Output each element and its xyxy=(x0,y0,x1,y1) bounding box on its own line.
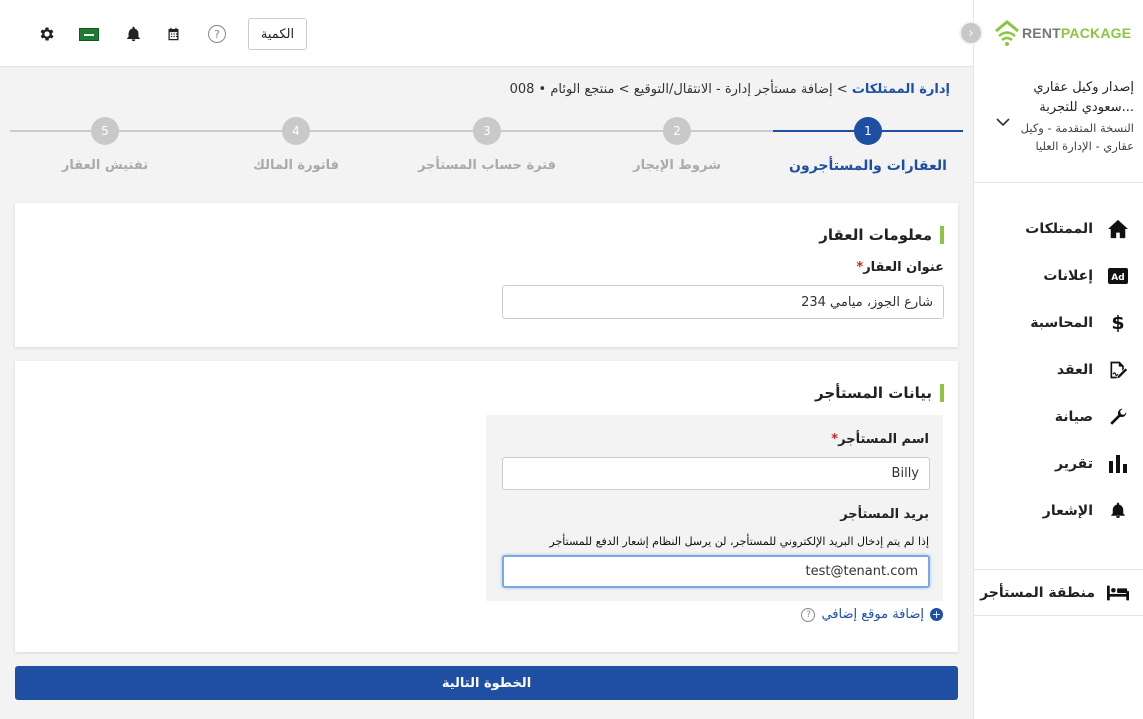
bed-icon xyxy=(1107,582,1129,604)
sidebar-nav: الممتلكات إعلانات Ad المحاسبة $ العقد صي… xyxy=(974,205,1143,534)
top-bar: ? الكمية xyxy=(0,0,973,67)
tenant-name-input[interactable]: Billy xyxy=(502,457,930,490)
quantity-button[interactable]: الكمية xyxy=(248,18,307,50)
sidebar-item-report[interactable]: تقرير xyxy=(974,440,1143,487)
contract-sign-icon xyxy=(1107,359,1129,381)
step-5-circle[interactable]: 5 xyxy=(91,117,119,145)
breadcrumb-current: منتجع الوئام • 008 xyxy=(509,82,615,97)
sidebar-item-notifications[interactable]: الإشعار xyxy=(974,487,1143,534)
svg-text:Ad: Ad xyxy=(1111,273,1124,283)
bell-icon[interactable] xyxy=(123,24,143,44)
tenant-email-hint: إذا لم يتم إدخال البريد الإلكتروني للمست… xyxy=(549,535,929,548)
account-role: النسخة المتقدمة - وكيل عقاري - الإدارة ا… xyxy=(1020,121,1134,153)
tenant-email-input[interactable]: test@tenant.com xyxy=(502,555,930,588)
bar-chart-icon xyxy=(1107,453,1129,475)
step-1-circle[interactable]: 1 xyxy=(854,117,882,145)
home-icon xyxy=(1107,218,1129,240)
wifi-house-icon xyxy=(995,20,1019,46)
sidebar-item-maintenance[interactable]: صيانة xyxy=(974,393,1143,440)
wizard-stepper: 1 2 3 4 5 العقارات والمستأجرون شروط الإي… xyxy=(10,110,963,190)
step-3-label[interactable]: فترة حساب المستأجر xyxy=(397,158,577,173)
wrench-icon xyxy=(1107,406,1129,428)
tenant-section-title: بيانات المستأجر xyxy=(644,384,944,402)
property-address-input[interactable]: 234 شارع الجوز، ميامي xyxy=(502,285,944,319)
account-name: إصدار وكيل عقاري سعودي للتجربة... xyxy=(1033,80,1134,115)
help-icon[interactable]: ? xyxy=(801,607,816,622)
tenant-entry-box: *اسم المستأجر Billy بريد المستأجر إذا لم… xyxy=(486,415,943,601)
sidebar-item-ads[interactable]: إعلانات Ad xyxy=(974,252,1143,299)
property-address-label: *عنوان العقار xyxy=(856,260,944,275)
divider xyxy=(974,569,1143,570)
step-3-circle[interactable]: 3 xyxy=(473,117,501,145)
step-2-circle[interactable]: 2 xyxy=(663,117,691,145)
sidebar-item-properties[interactable]: الممتلكات xyxy=(974,205,1143,252)
step-1-label[interactable]: العقارات والمستأجرون xyxy=(778,158,958,174)
breadcrumb: إدارة الممتلكات > إضافة مستأجر إدارة - ا… xyxy=(509,82,950,97)
chevron-right-icon[interactable]: › xyxy=(959,21,983,45)
logo-text: RENTPACKAGE xyxy=(1022,25,1132,41)
breadcrumb-root-link[interactable]: إدارة الممتلكات xyxy=(852,82,950,97)
divider xyxy=(974,615,1143,616)
step-2-label[interactable]: شروط الإيجار xyxy=(587,158,767,173)
saudi-flag-icon[interactable] xyxy=(79,24,99,44)
account-switcher[interactable]: إصدار وكيل عقاري سعودي للتجربة... النسخة… xyxy=(974,67,1143,183)
plus-circle-icon: + xyxy=(930,608,943,621)
ad-icon: Ad xyxy=(1107,265,1129,287)
property-section-title: معلومات العقار xyxy=(644,226,944,244)
bell-icon xyxy=(1107,500,1129,522)
next-step-button[interactable]: الخطوة التالية xyxy=(15,666,958,700)
chevron-down-icon[interactable] xyxy=(996,115,1010,131)
add-location-link[interactable]: + إضافة موقع إضافي ? xyxy=(801,607,943,622)
tenant-name-label: *اسم المستأجر xyxy=(831,432,929,447)
calendar-icon[interactable] xyxy=(163,24,183,44)
property-info-card: معلومات العقار *عنوان العقار 234 شارع ال… xyxy=(15,203,958,347)
tenant-info-card: بيانات المستأجر *اسم المستأجر Billy بريد… xyxy=(15,361,958,652)
gear-icon[interactable] xyxy=(37,24,57,44)
step-5-label[interactable]: تفتيش العقار xyxy=(15,158,195,173)
sidebar-item-tenant-zone[interactable]: منطقة المستأجر xyxy=(974,575,1143,611)
dollar-icon: $ xyxy=(1111,311,1125,334)
sidebar-item-contract[interactable]: العقد xyxy=(974,346,1143,393)
logo[interactable]: RENTPACKAGE xyxy=(992,18,1132,48)
help-icon[interactable]: ? xyxy=(207,24,227,44)
sidebar: › RENTPACKAGE إصدار وكيل عقاري سعودي للت… xyxy=(959,0,1143,719)
sidebar-item-accounting[interactable]: المحاسبة $ xyxy=(974,299,1143,346)
step-4-label[interactable]: فاتورة المالك xyxy=(206,158,386,173)
breadcrumb-middle: إضافة مستأجر إدارة - الانتقال/التوقيع xyxy=(633,82,833,97)
step-4-circle[interactable]: 4 xyxy=(282,117,310,145)
tenant-email-label: بريد المستأجر xyxy=(840,507,929,522)
step-connector xyxy=(10,130,773,132)
